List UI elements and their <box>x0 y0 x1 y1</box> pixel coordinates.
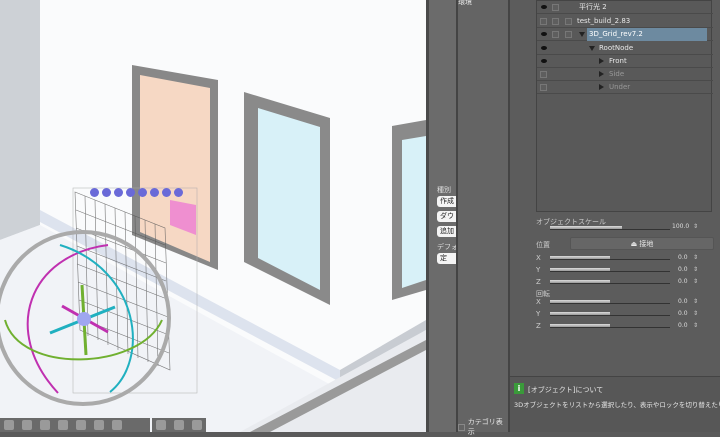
info-description: 3Dオブジェクトをリストから選択したり、表示やロックを切り替えたりします。 <box>514 401 720 409</box>
spin-icon[interactable]: ⇕ <box>693 310 698 317</box>
position-x-label: X <box>536 254 541 262</box>
tool-icon[interactable] <box>40 420 50 430</box>
spin-icon[interactable]: ⇕ <box>693 298 698 305</box>
scale-value[interactable]: 100.0 <box>672 223 689 230</box>
camera-rotate-icon[interactable] <box>90 188 99 197</box>
scene-render <box>0 0 426 432</box>
position-y-value[interactable]: 0.0 <box>678 266 688 273</box>
tool-icon[interactable] <box>174 420 184 430</box>
row-label: RootNode <box>599 44 634 52</box>
position-y-slider[interactable] <box>550 268 670 272</box>
row-label: test_build_2.83 <box>577 17 631 25</box>
tree-row[interactable]: Under <box>537 81 713 94</box>
checkbox[interactable] <box>458 423 465 431</box>
spin-icon[interactable]: ⇕ <box>693 254 698 261</box>
rotate-x-icon[interactable] <box>150 188 159 197</box>
tool-icon[interactable] <box>192 420 202 430</box>
rotation-y-label: Y <box>536 310 541 318</box>
position-x-slider[interactable] <box>550 256 670 260</box>
expand-icon[interactable] <box>599 84 604 90</box>
move-icon[interactable] <box>114 188 123 197</box>
move-plane-icon[interactable] <box>126 188 135 197</box>
rotation-x-value[interactable]: 0.0 <box>678 298 688 305</box>
category-label: カテゴリ表示 <box>467 418 503 436</box>
visibility-checkbox[interactable] <box>540 71 547 78</box>
row-label: Side <box>609 70 625 78</box>
position-z-value[interactable]: 0.0 <box>678 278 688 285</box>
spin-icon[interactable]: ⇕ <box>693 322 698 329</box>
rotation-z-value[interactable]: 0.0 <box>678 322 688 329</box>
position-y-label: Y <box>536 266 541 274</box>
object-panel: 平行光 2 test_build_2.83 3D_Grid_rev7.2 Roo… <box>510 0 720 432</box>
spin-icon[interactable]: ⇕ <box>693 223 698 230</box>
info-title: [オブジェクト]について <box>528 386 604 394</box>
checkbox[interactable] <box>565 31 572 38</box>
tool-icon[interactable] <box>76 420 86 430</box>
rotation-z-label: Z <box>536 322 541 330</box>
rotation-x-label: X <box>536 298 541 306</box>
tool-icon[interactable] <box>112 420 122 430</box>
env-label: 環境 <box>458 0 472 6</box>
info-icon: i <box>514 383 524 394</box>
tool-icon[interactable] <box>58 420 68 430</box>
scale-slider[interactable] <box>550 226 670 230</box>
lock-checkbox[interactable] <box>552 18 559 25</box>
visibility-checkbox[interactable] <box>540 18 547 25</box>
material-panel-edge: 種別 作成 ダウ 追加 デフォ 定 <box>426 0 463 432</box>
rotate-icon[interactable] <box>138 188 147 197</box>
tool-icon[interactable] <box>94 420 104 430</box>
expand-icon[interactable] <box>599 71 604 77</box>
viewport-toolbar-secondary <box>152 418 206 432</box>
spin-icon[interactable]: ⇕ <box>693 278 698 285</box>
visibility-checkbox[interactable] <box>540 84 547 91</box>
info-box: i [オブジェクト]について 3Dオブジェクトをリストから選択したり、表示やロッ… <box>510 376 720 432</box>
eye-icon[interactable] <box>541 59 547 63</box>
position-z-label: Z <box>536 278 541 286</box>
3d-viewport[interactable] <box>0 0 426 432</box>
position-x-value[interactable]: 0.0 <box>678 254 688 261</box>
category-toggle[interactable]: カテゴリ表示 <box>458 417 508 437</box>
object-launcher <box>90 188 183 197</box>
tree-row[interactable]: 平行光 2 <box>537 1 713 14</box>
row-label: Front <box>609 57 627 65</box>
eye-icon[interactable] <box>541 32 547 36</box>
pan-icon[interactable] <box>102 188 111 197</box>
category-column: 環境 カテゴリ表示 <box>456 0 510 436</box>
position-label: 位置 <box>536 241 550 249</box>
object-tree: 平行光 2 test_build_2.83 3D_Grid_rev7.2 Roo… <box>536 0 713 212</box>
rotation-x-slider[interactable] <box>550 300 670 304</box>
eye-icon[interactable] <box>541 5 547 9</box>
tool-icon[interactable] <box>4 420 14 430</box>
row-label: Under <box>609 83 631 91</box>
lock-checkbox[interactable] <box>552 31 559 38</box>
tree-row[interactable]: test_build_2.83 <box>537 15 713 28</box>
row-label: 3D_Grid_rev7.2 <box>587 28 707 41</box>
expand-icon[interactable] <box>599 58 604 64</box>
rotation-y-slider[interactable] <box>550 312 670 316</box>
lock-checkbox[interactable] <box>552 4 559 11</box>
scale-icon[interactable] <box>174 188 183 197</box>
checkbox[interactable] <box>565 18 572 25</box>
ground-button[interactable]: ⏏ 接地 <box>570 237 714 250</box>
tree-row[interactable]: Front <box>537 55 713 68</box>
position-z-slider[interactable] <box>550 280 670 284</box>
viewport-toolbar <box>0 418 150 432</box>
ground-label: 接地 <box>639 240 654 248</box>
eye-icon[interactable] <box>541 46 547 50</box>
rotation-y-value[interactable]: 0.0 <box>678 310 688 317</box>
collapse-icon[interactable] <box>579 32 585 37</box>
row-label: 平行光 2 <box>579 3 607 11</box>
rotate-y-icon[interactable] <box>162 188 171 197</box>
tree-row-selected[interactable]: 3D_Grid_rev7.2 <box>537 28 713 41</box>
rotation-z-slider[interactable] <box>550 324 670 328</box>
spin-icon[interactable]: ⇕ <box>693 266 698 273</box>
tree-row[interactable]: RootNode <box>537 42 713 55</box>
tool-icon[interactable] <box>156 420 166 430</box>
tool-icon[interactable] <box>22 420 32 430</box>
tree-row[interactable]: Side <box>537 68 713 81</box>
collapse-icon[interactable] <box>589 46 595 51</box>
